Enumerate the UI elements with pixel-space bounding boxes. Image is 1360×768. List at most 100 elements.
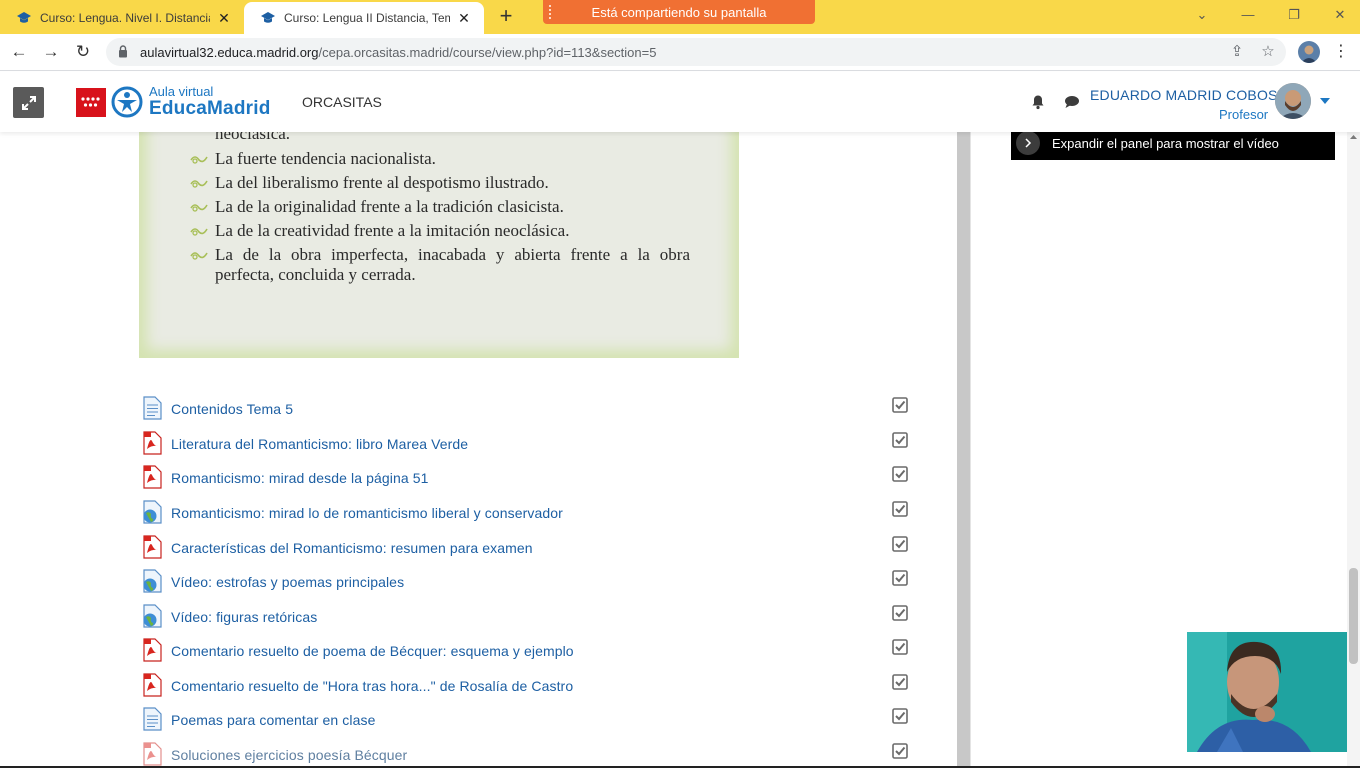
chat-icon[interactable] (1064, 95, 1080, 109)
book-line: La de la obra imperfecta, inacabada y ab… (215, 245, 690, 284)
drawer-divider[interactable] (957, 132, 971, 768)
completion-checkbox-icon[interactable] (892, 605, 908, 621)
activity-item[interactable]: Soluciones ejercicios poesía Bécquer (141, 740, 931, 768)
book-line: La del liberalismo frente al despotismo … (215, 173, 549, 192)
completion-checkbox-icon[interactable] (892, 708, 908, 724)
stars-icon (81, 97, 100, 107)
url-icon (143, 569, 162, 593)
pdf-icon (143, 431, 162, 455)
close-icon[interactable]: ✕ (456, 10, 472, 27)
scroll-up-arrow-icon[interactable] (1349, 132, 1358, 142)
fullscreen-toggle-button[interactable] (13, 87, 44, 118)
person-icon (1301, 45, 1317, 63)
activity-item[interactable]: Vídeo: figuras retóricas (141, 602, 931, 632)
activity-link[interactable]: Contenidos Tema 5 (171, 401, 293, 417)
activity-link[interactable]: Vídeo: estrofas y poemas principales (171, 574, 404, 590)
bullet-icon (190, 204, 208, 212)
activity-link[interactable]: Romanticismo: mirad lo de romanticismo l… (171, 505, 563, 521)
address-bar[interactable]: aulavirtual32.educa.madrid.org/cepa.orca… (106, 38, 1286, 66)
activity-item[interactable]: Vídeo: estrofas y poemas principales (141, 567, 931, 597)
share-icon[interactable]: ⇪ (1228, 43, 1246, 61)
browser-tab-lengua-nivel-i[interactable]: Curso: Lengua. Nivel I. Distancia ✕ (0, 2, 244, 34)
expand-video-panel-tooltip[interactable]: Expandir el panel para mostrar el vídeo (1011, 132, 1335, 160)
caret-down-icon[interactable] (1320, 98, 1330, 104)
site-header: Aula virtual EducaMadrid ORCASITAS EDUAR… (0, 72, 1360, 132)
completion-checkbox-icon[interactable] (892, 570, 908, 586)
url-icon (143, 500, 162, 524)
completion-checkbox-icon[interactable] (892, 639, 908, 655)
chevron-right-icon[interactable] (1016, 132, 1040, 155)
logo-title[interactable]: EducaMadrid (149, 98, 271, 120)
comunidad-madrid-logo[interactable] (76, 88, 106, 117)
window-close-button[interactable]: ✕ (1327, 4, 1353, 26)
forward-arrow-icon[interactable]: → (40, 41, 62, 63)
page-icon (143, 396, 162, 420)
restore-button[interactable]: ❐ (1281, 4, 1307, 26)
activity-item[interactable]: Romanticismo: mirad desde la página 51 (141, 463, 931, 493)
completion-checkbox-icon[interactable] (892, 432, 908, 448)
screen-share-banner[interactable]: Está compartiendo su pantalla (543, 0, 815, 24)
completion-checkbox-icon[interactable] (892, 674, 908, 690)
user-avatar[interactable] (1275, 83, 1311, 119)
bullet-icon (190, 180, 208, 188)
new-tab-button[interactable]: + (494, 5, 518, 29)
logo-subtitle: Aula virtual (149, 84, 214, 99)
browser-tab-lengua-ii[interactable]: Curso: Lengua II Distancia, Tema ✕ (244, 2, 484, 34)
browser-tab-bar: Curso: Lengua. Nivel I. Distancia ✕ Curs… (0, 0, 1360, 34)
activity-item[interactable]: Comentario resuelto de poema de Bécquer:… (141, 636, 931, 666)
user-role: Profesor (1219, 107, 1269, 122)
book-line: La de la creatividad frente a la imitaci… (215, 221, 570, 240)
activity-link[interactable]: Vídeo: figuras retóricas (171, 609, 317, 625)
webcam-video[interactable] (1187, 632, 1347, 752)
activity-item[interactable]: Contenidos Tema 5 (141, 394, 931, 424)
bullet-icon (190, 156, 208, 164)
tab-search-icon[interactable]: ⌄ (1189, 4, 1215, 26)
tooltip-text: Expandir el panel para mostrar el vídeo (1052, 135, 1279, 151)
completion-checkbox-icon[interactable] (892, 536, 908, 552)
completion-checkbox-icon[interactable] (892, 743, 908, 759)
minimize-button[interactable]: — (1235, 4, 1261, 26)
graduation-cap-icon (261, 12, 275, 23)
person-icon (1275, 83, 1311, 119)
completion-checkbox-icon[interactable] (892, 397, 908, 413)
page-icon (143, 707, 162, 731)
activity-link[interactable]: Soluciones ejercicios poesía Bécquer (171, 747, 407, 763)
browser-menu-icon[interactable]: ⋮ (1332, 41, 1350, 63)
activity-item[interactable]: Poemas para comentar en clase (141, 705, 931, 735)
educamadrid-logo-icon[interactable] (111, 86, 143, 118)
completion-checkbox-icon[interactable] (892, 501, 908, 517)
activity-link[interactable]: Romanticismo: mirad desde la página 51 (171, 470, 429, 486)
activity-link[interactable]: Comentario resuelto de "Hora tras hora..… (171, 678, 573, 694)
graduation-cap-icon (17, 12, 31, 23)
activity-link[interactable]: Características del Romanticismo: resume… (171, 540, 533, 556)
pdf-icon (143, 535, 162, 559)
activity-link[interactable]: Comentario resuelto de poema de Bécquer:… (171, 643, 574, 659)
user-name[interactable]: EDUARDO MADRID COBOS (1090, 87, 1278, 103)
completion-checkbox-icon[interactable] (892, 466, 908, 482)
url-text[interactable]: aulavirtual32.educa.madrid.org/cepa.orca… (140, 45, 656, 60)
book-line: La fuerte tendencia nacionalista. (215, 149, 436, 168)
close-icon[interactable]: ✕ (216, 10, 232, 27)
bookmark-star-icon[interactable]: ☆ (1259, 43, 1277, 61)
site-name-link[interactable]: ORCASITAS (302, 94, 382, 110)
bell-icon[interactable] (1030, 94, 1046, 110)
scrollbar-thumb[interactable] (1349, 568, 1358, 664)
reload-icon[interactable]: ↻ (72, 41, 94, 63)
back-arrow-icon[interactable]: ← (8, 41, 30, 63)
activity-item[interactable]: Literatura del Romanticismo: libro Marea… (141, 429, 931, 459)
activity-item[interactable]: Romanticismo: mirad lo de romanticismo l… (141, 498, 931, 528)
activity-link[interactable]: Poemas para comentar en clase (171, 712, 375, 728)
pdf-icon (143, 742, 162, 766)
activity-item[interactable]: Características del Romanticismo: resume… (141, 533, 931, 563)
drag-handle-icon[interactable] (549, 5, 553, 19)
lock-icon[interactable] (118, 45, 128, 58)
activity-item[interactable]: Comentario resuelto de "Hora tras hora..… (141, 671, 931, 701)
screen-share-text: Está compartiendo su pantalla (591, 4, 767, 20)
pdf-icon (143, 465, 162, 489)
tab-title: Curso: Lengua. Nivel I. Distancia (40, 11, 210, 25)
scrollbar[interactable] (1347, 132, 1360, 768)
browser-profile-avatar[interactable] (1298, 41, 1320, 63)
pdf-icon (143, 673, 162, 697)
activity-link[interactable]: Literatura del Romanticismo: libro Marea… (171, 436, 468, 452)
pdf-icon (143, 638, 162, 662)
